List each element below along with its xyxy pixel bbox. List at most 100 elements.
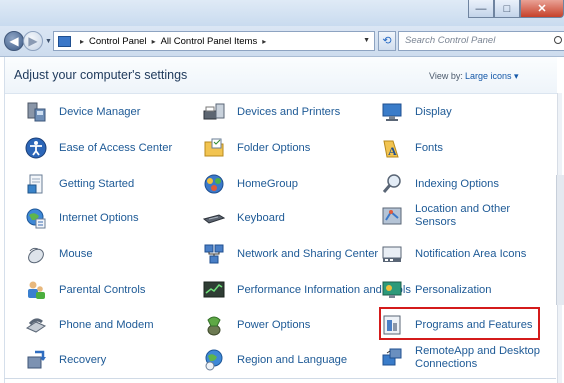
item-region-language[interactable]: Region and Language (202, 343, 347, 377)
performance-icon (202, 278, 226, 302)
item-device-manager[interactable]: Device Manager (24, 95, 140, 129)
item-label[interactable]: Power Options (237, 319, 310, 332)
window-controls: — □ ✕ (468, 0, 564, 18)
item-label[interactable]: Getting Started (59, 178, 134, 191)
device-manager-icon (24, 100, 48, 124)
fonts-icon: A (380, 136, 404, 160)
recovery-icon (24, 348, 48, 372)
item-mouse[interactable]: Mouse (24, 237, 93, 271)
keyboard-icon (202, 206, 226, 230)
parental-controls-icon (24, 278, 48, 302)
control-panel-icon (58, 35, 71, 47)
getting-started-icon (24, 172, 48, 196)
svg-text:A: A (388, 144, 397, 158)
display-icon (380, 100, 404, 124)
item-label[interactable]: Notification Area Icons (415, 248, 526, 261)
item-ease-of-access[interactable]: Ease of Access Center (24, 131, 172, 165)
item-notification-area[interactable]: Notification Area Icons (380, 237, 526, 271)
item-label[interactable]: Devices and Printers (237, 106, 340, 119)
forward-arrow-icon: ▶ (28, 34, 38, 48)
homegroup-icon (202, 172, 226, 196)
devices-printers-icon (202, 100, 226, 124)
breadcrumb-separator[interactable]: ▸ (80, 37, 84, 46)
item-label[interactable]: Indexing Options (415, 178, 499, 191)
view-by-label: View by: (429, 71, 463, 81)
item-personalization[interactable]: Personalization (380, 273, 492, 307)
back-arrow-icon: ◀ (9, 34, 19, 48)
phone-modem-icon (24, 313, 48, 337)
item-label[interactable]: Device Manager (59, 106, 140, 119)
item-label[interactable]: Personalization (415, 284, 492, 297)
folder-options-icon (202, 136, 226, 160)
search-icon[interactable] (554, 36, 562, 44)
highlight-box (379, 307, 540, 340)
network-sharing-icon (202, 242, 226, 266)
refresh-icon: ⟲ (382, 35, 392, 47)
item-label[interactable]: Keyboard (237, 212, 285, 225)
search-input[interactable]: Search Control Panel (398, 31, 564, 51)
forward-button[interactable]: ▶ (23, 31, 43, 51)
item-folder-options[interactable]: Folder Options (202, 131, 310, 165)
item-location-sensors[interactable]: Location and Other Sensors (380, 199, 545, 233)
remoteapp-icon (380, 346, 404, 370)
item-label[interactable]: Phone and Modem (59, 319, 154, 332)
item-internet-options[interactable]: Internet Options (24, 201, 139, 235)
minimize-icon: — (475, 2, 487, 15)
recent-pages-dropdown[interactable]: ▼ (45, 38, 52, 45)
region-language-icon (202, 348, 226, 372)
item-getting-started[interactable]: Getting Started (24, 167, 134, 201)
item-display[interactable]: Display (380, 95, 452, 129)
item-indexing[interactable]: Indexing Options (380, 167, 499, 201)
breadcrumb-separator[interactable]: ▸ (262, 37, 266, 46)
content-header: Adjust your computer's settings View by:… (5, 57, 557, 94)
personalization-icon (380, 278, 404, 302)
item-label[interactable]: Recovery (59, 354, 106, 367)
breadcrumb-all-items[interactable]: All Control Panel Items (161, 36, 258, 47)
item-label[interactable]: Internet Options (59, 212, 139, 225)
refresh-button[interactable]: ⟲ (378, 31, 396, 51)
maximize-button[interactable]: □ (494, 0, 520, 18)
item-remoteapp[interactable]: RemoteApp and Desktop Connections (380, 341, 555, 375)
scrollbar-thumb[interactable] (556, 175, 564, 305)
close-icon: ✕ (537, 3, 547, 15)
item-recovery[interactable]: Recovery (24, 343, 106, 377)
item-homegroup[interactable]: HomeGroup (202, 167, 298, 201)
item-label[interactable]: HomeGroup (237, 178, 298, 191)
minimize-button[interactable]: — (468, 0, 494, 18)
item-label[interactable]: Fonts (415, 142, 443, 155)
address-dropdown-icon[interactable]: ▼ (363, 37, 370, 44)
internet-options-icon (24, 206, 48, 230)
mouse-icon (24, 242, 48, 266)
item-fonts[interactable]: A Fonts (380, 131, 443, 165)
item-label[interactable]: Folder Options (237, 142, 310, 155)
view-by-dropdown[interactable]: Large icons ▾ (465, 71, 519, 82)
ease-of-access-icon (24, 136, 48, 160)
item-label[interactable]: Ease of Access Center (59, 142, 172, 155)
location-sensors-icon (380, 204, 404, 228)
bottom-divider (4, 378, 556, 379)
item-parental-controls[interactable]: Parental Controls (24, 273, 145, 307)
navigation-bar: ◀ ▶ ▼ ▸ Control Panel ▸ All Control Pane… (0, 26, 564, 57)
item-label[interactable]: RemoteApp and Desktop Connections (415, 345, 555, 371)
indexing-icon (380, 172, 404, 196)
item-label[interactable]: Display (415, 106, 452, 119)
item-keyboard[interactable]: Keyboard (202, 201, 285, 235)
item-label[interactable]: Mouse (59, 248, 93, 261)
page-title: Adjust your computer's settings (14, 68, 188, 82)
close-button[interactable]: ✕ (520, 0, 564, 18)
power-options-icon (202, 313, 226, 337)
item-label[interactable]: Location and Other Sensors (415, 203, 545, 229)
item-label[interactable]: Network and Sharing Center (237, 248, 378, 261)
item-devices-printers[interactable]: Devices and Printers (202, 95, 340, 129)
item-network-sharing[interactable]: Network and Sharing Center (202, 237, 378, 271)
title-bar: — □ ✕ (0, 0, 564, 26)
breadcrumb-control-panel[interactable]: Control Panel (89, 36, 147, 47)
address-bar[interactable]: ▸ Control Panel ▸ All Control Panel Item… (53, 31, 375, 51)
item-phone-modem[interactable]: Phone and Modem (24, 308, 154, 342)
breadcrumb-separator[interactable]: ▸ (152, 37, 156, 46)
item-label[interactable]: Parental Controls (59, 284, 145, 297)
back-button[interactable]: ◀ (4, 31, 24, 51)
item-label[interactable]: Region and Language (237, 354, 347, 367)
item-power-options[interactable]: Power Options (202, 308, 310, 342)
notification-area-icon (380, 242, 404, 266)
